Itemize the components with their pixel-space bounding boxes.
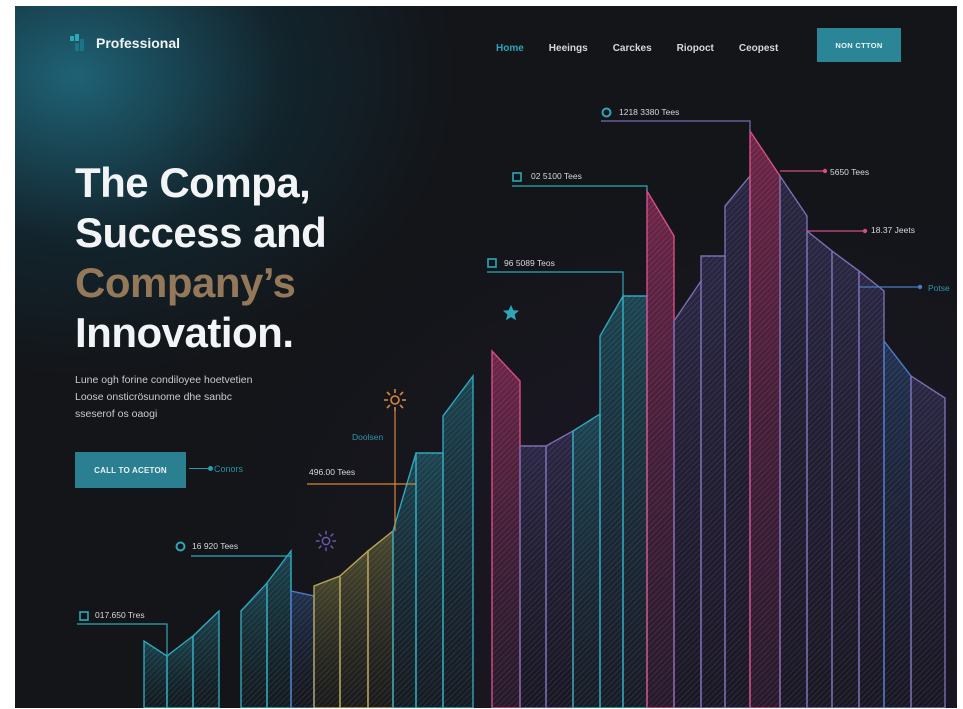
- hero-title-line: Success and: [75, 209, 327, 256]
- ring-icon: [601, 107, 612, 118]
- call-to-action-button[interactable]: CALL TO ACETON: [75, 452, 186, 488]
- chart-bar-texture: [241, 583, 267, 708]
- chart-bar-texture: [520, 446, 546, 708]
- chart-bar-texture: [144, 641, 167, 708]
- chart-bar-texture: [750, 131, 780, 708]
- main-nav: Home Heeings Carckes Riopoct Ceopest: [496, 41, 778, 55]
- annotation-label: 496.00 Tees: [309, 467, 356, 477]
- chart-bar-texture: [573, 414, 600, 708]
- chart-bar-texture: [884, 341, 911, 708]
- landing-page: Professional Home Heeings Carckes Riopoc…: [15, 6, 957, 708]
- chart-bar-texture: [725, 176, 750, 708]
- hero-title-line: The Compa,: [75, 159, 311, 206]
- sun-icon: [384, 389, 406, 411]
- chart-bar-texture: [911, 376, 945, 708]
- chart-bar-texture: [167, 636, 193, 708]
- chart-bar-texture: [623, 296, 647, 708]
- annotation-label: 96 5089 Teos: [504, 258, 555, 268]
- hero-title-accent: Company’s: [75, 259, 296, 306]
- logo-bars-icon: [70, 34, 84, 51]
- annotation-label: 16 920 Tees: [192, 541, 239, 551]
- hero-subtitle-line: Lune ogh forine condiloyee hoetvetien: [75, 374, 253, 386]
- chart-bar-texture: [780, 176, 807, 708]
- chart-bar-texture: [314, 576, 340, 708]
- square-icon: [487, 258, 497, 268]
- annotation-label: Doolsen: [352, 432, 384, 442]
- chart-bar-texture: [674, 281, 701, 708]
- annotation-label: 1218 3380 Tees: [619, 107, 680, 117]
- chart-bar-texture: [368, 531, 393, 708]
- ring-icon: [175, 541, 186, 552]
- chart-bar-texture: [267, 551, 291, 708]
- annotation-label: 5650 Tees: [830, 167, 870, 177]
- annotation-leader-line: [512, 185, 648, 191]
- nav-item-riopoct[interactable]: Riopoct: [677, 43, 714, 54]
- chart-bar-texture: [416, 453, 443, 708]
- square-icon: [512, 172, 522, 182]
- chart-bar-texture: [340, 551, 368, 708]
- hero-subtitle-line: Loose onsticrösunome dhe sanbc: [75, 391, 233, 403]
- chart-bar-texture: [193, 611, 219, 708]
- chart-bar-texture: [807, 231, 832, 708]
- leader-dot-icon: [822, 168, 828, 174]
- arrow-connector-icon: [189, 466, 213, 471]
- leader-dot-icon: [862, 228, 868, 234]
- star-icon: [502, 304, 520, 321]
- hero-title: The Compa, Success and Company’s Innovat…: [75, 158, 327, 358]
- cta-secondary-link[interactable]: Conors: [214, 464, 243, 474]
- annotation-label: Potse: [928, 283, 950, 293]
- chart-bar-texture: [492, 351, 520, 708]
- chart-bar-texture: [701, 256, 725, 708]
- brand-logo[interactable]: Professional: [70, 34, 180, 51]
- nav-item-home[interactable]: Home: [496, 43, 524, 54]
- chart-bar-texture: [647, 191, 674, 708]
- hero-title-line: Innovation.: [75, 309, 294, 356]
- square-icon: [79, 611, 89, 621]
- hero-subtitle-line: sseserof os oaogi: [75, 408, 158, 420]
- nav-item-carckes[interactable]: Carckes: [613, 43, 652, 54]
- chart-bar-texture: [859, 271, 884, 708]
- chart-bar-texture: [546, 431, 573, 708]
- annotation-leader-line: [487, 271, 624, 296]
- chart-bar-texture: [832, 251, 859, 708]
- sun-icon: [315, 530, 337, 552]
- annotation-label: 017.650 Tres: [95, 610, 145, 620]
- hero-subtitle: Lune ogh forine condiloyee hoetvetien Lo…: [75, 372, 315, 423]
- nav-item-ceopest[interactable]: Ceopest: [739, 43, 778, 54]
- nav-item-heeings[interactable]: Heeings: [549, 43, 588, 54]
- leader-dot-icon: [917, 284, 923, 290]
- chart-bar-texture: [291, 591, 314, 708]
- chart-bar-texture: [600, 296, 623, 708]
- header-cta-button[interactable]: NON CTTON: [817, 28, 901, 62]
- brand-name: Professional: [96, 34, 181, 51]
- annotation-label: 18.37 Jeets: [871, 225, 915, 235]
- annotation-leader-line: [601, 120, 751, 131]
- annotation-label: 02 5100 Tees: [531, 171, 582, 181]
- chart-bar-texture: [443, 376, 473, 708]
